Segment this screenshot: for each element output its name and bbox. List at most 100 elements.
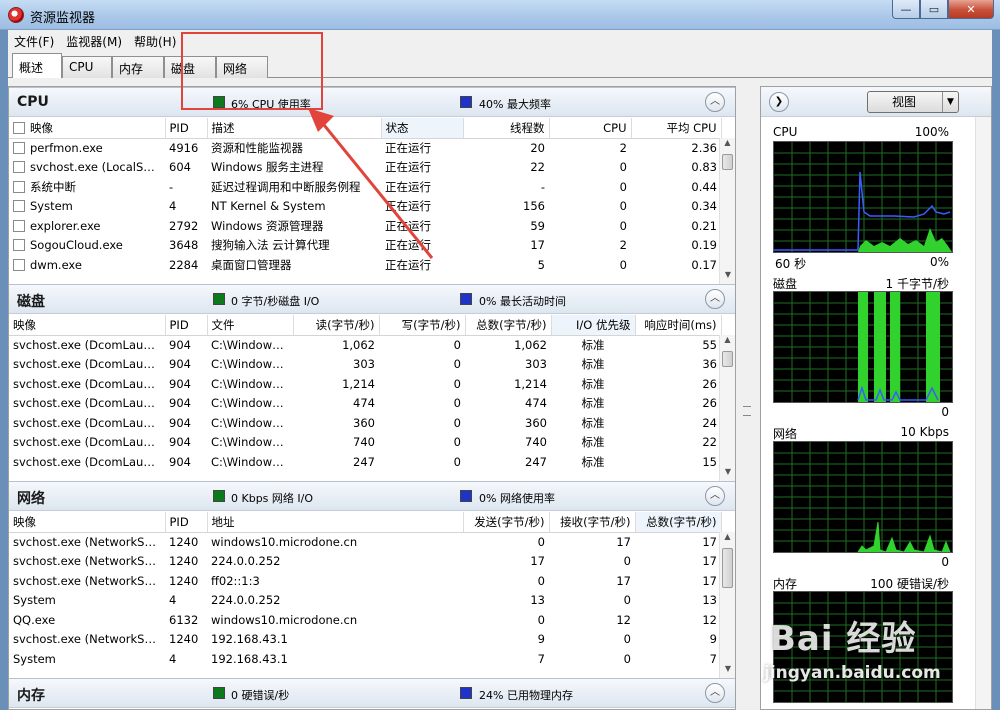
view-dropdown[interactable]: 视图 ▼	[867, 91, 959, 113]
menu-monitor[interactable]: 监视器(M)	[60, 33, 128, 50]
splitter-grip-icon[interactable]	[743, 406, 751, 416]
disk-col-response[interactable]: 响应时间(ms)	[635, 315, 722, 336]
table-row[interactable]: dwm.exe 2284 桌面窗口管理器 正在运行 5 0 0.17	[9, 255, 721, 275]
table-row[interactable]: SogouCloud.exe 3648 搜狗输入法 云计算代理 正在运行 17 2 0.19	[9, 236, 721, 256]
row-checkbox[interactable]	[13, 239, 25, 252]
scroll-thumb[interactable]	[722, 154, 733, 170]
cpu-col-cpu[interactable]: CPU	[549, 118, 632, 139]
table-row[interactable]: svchost.exe (DcomLaunch) 904 C:\Windows\..…	[9, 433, 721, 453]
table-row[interactable]: perfmon.exe 4916 资源和性能监视器 正在运行 20 2 2.36	[9, 138, 721, 158]
minimize-button[interactable]: —	[892, 0, 920, 19]
cpu-col-status[interactable]: 状态	[381, 118, 464, 139]
scroll-down-icon[interactable]: ▼	[720, 467, 735, 481]
scroll-down-icon[interactable]: ▼	[720, 270, 735, 284]
scroll-thumb[interactable]	[722, 351, 733, 367]
disk-col-total[interactable]: 总数(字节/秒)	[465, 315, 552, 336]
network-col-receive[interactable]: 接收(字节/秒)	[549, 512, 636, 533]
memory-section-header[interactable]: 内存 0 硬错误/秒 24% 已用物理内存 ︿	[9, 678, 735, 708]
scroll-up-icon[interactable]: ▲	[720, 335, 735, 349]
tab-overview[interactable]: 概述	[12, 53, 62, 79]
disk-col-read[interactable]: 读(字节/秒)	[293, 315, 380, 336]
cpu-col-threads[interactable]: 线程数	[463, 118, 550, 139]
table-cell: svchost.exe (DcomLaunch)	[13, 376, 165, 391]
table-cell: 搜狗输入法 云计算代理	[211, 238, 330, 253]
network-col-pid[interactable]: PID	[165, 512, 208, 533]
disk-section-title: 磁盘	[17, 294, 45, 310]
row-checkbox[interactable]	[13, 142, 25, 154]
network-col-send[interactable]: 发送(字节/秒)	[463, 512, 550, 533]
disk-table-scrollbar[interactable]: ▲ ▼	[719, 335, 735, 481]
table-cell: 正在运行	[385, 238, 431, 253]
table-cell: 0	[537, 573, 545, 588]
scroll-thumb[interactable]	[722, 548, 733, 588]
table-row[interactable]: svchost.exe (DcomLaunch) 904 C:\Windows\..…	[9, 335, 721, 355]
annotation-highlight-box	[181, 32, 323, 110]
network-col-total[interactable]: 总数(字节/秒)	[635, 512, 722, 533]
table-cell: windows10.microdone.cn	[211, 612, 358, 627]
table-cell: svchost.exe (DcomLaunch)	[13, 338, 165, 352]
table-row[interactable]: 系统中断 - 延迟过程调用和中断服务例程 正在运行 -0 0.44	[9, 177, 721, 197]
scroll-up-icon[interactable]: ▲	[720, 138, 735, 152]
select-all-checkbox[interactable]	[13, 121, 25, 134]
table-cell: 17	[702, 573, 717, 588]
table-row[interactable]: System 4 224.0.0.252 13 0 13	[9, 591, 721, 611]
scroll-up-icon[interactable]: ▲	[720, 532, 735, 546]
menu-file[interactable]: 文件(F)	[8, 33, 60, 50]
network-section-header[interactable]: 网络 0 Kbps 网络 I/O 0% 网络使用率 ︿	[9, 481, 735, 511]
disk-col-image[interactable]: 映像	[9, 315, 166, 336]
scroll-down-icon[interactable]: ▼	[720, 664, 735, 678]
tab-memory[interactable]: 内存	[112, 56, 164, 78]
table-row[interactable]: svchost.exe (LocalSyst... 604 Windows 服务主进…	[9, 158, 721, 178]
table-row[interactable]: svchost.exe (DcomLaunch) 904 C:\Windows\..…	[9, 374, 721, 394]
pane-splitter[interactable]	[741, 86, 753, 710]
table-row[interactable]: svchost.exe (NetworkServ... 1240 ff02::1:3…	[9, 571, 721, 591]
table-row[interactable]: svchost.exe (NetworkServ... 1240 192.168.4…	[9, 630, 721, 650]
cpu-col-image[interactable]: 映像	[9, 118, 166, 139]
menu-help[interactable]: 帮助(H)	[128, 33, 182, 50]
expand-right-icon[interactable]: ❯	[769, 92, 789, 112]
table-row[interactable]: svchost.exe (DcomLaunch) 904 C:\Windows\..…	[9, 394, 721, 414]
table-cell: Windows 服务主进程	[211, 160, 324, 175]
table-row[interactable]: QQ.exe 6132 windows10.microdone.cn 0 12 12	[9, 610, 721, 630]
disk-col-file[interactable]: 文件	[207, 315, 294, 336]
window-title: 资源监视器	[30, 11, 96, 26]
close-button[interactable]: ✕	[948, 0, 994, 19]
network-col-address[interactable]: 地址	[207, 512, 464, 533]
disk-col-io-priority[interactable]: I/O 优先级	[551, 315, 636, 336]
cpu-section-header[interactable]: CPU 6% CPU 使用率 40% 最大频率 ︿	[9, 87, 735, 117]
row-checkbox[interactable]	[13, 180, 25, 193]
table-row[interactable]: svchost.exe (NetworkServ... 1240 windows10…	[9, 532, 721, 552]
row-checkbox[interactable]	[13, 161, 25, 174]
disk-col-write[interactable]: 写(字节/秒)	[379, 315, 466, 336]
cpu-collapse-icon[interactable]: ︿	[705, 92, 725, 112]
disk-collapse-icon[interactable]: ︿	[705, 289, 725, 309]
chevron-down-icon[interactable]: ▼	[942, 92, 958, 112]
cpu-col-pid[interactable]: PID	[165, 118, 208, 139]
table-row[interactable]: svchost.exe (NetworkServ... 1240 224.0.0.2…	[9, 552, 721, 572]
disk-col-pid[interactable]: PID	[165, 315, 208, 336]
network-table-scrollbar[interactable]: ▲ ▼	[719, 532, 735, 678]
maximize-button[interactable]: ▭	[920, 0, 948, 19]
table-row[interactable]: System 4 192.168.43.1 7 0 7	[9, 649, 721, 669]
tab-cpu[interactable]: CPU	[62, 56, 112, 78]
table-row[interactable]: svchost.exe (DcomLaunch) 904 C:\Windows\..…	[9, 452, 721, 472]
table-row[interactable]: svchost.exe (DcomLaunch) 904 C:\Windows\..…	[9, 413, 721, 433]
disk-graph-plot	[774, 292, 952, 402]
table-cell: 474	[353, 396, 375, 411]
table-row[interactable]: svchost.exe (DcomLaunch) 904 C:\Windows\..…	[9, 355, 721, 375]
memory-collapse-icon[interactable]: ︿	[705, 683, 725, 703]
table-cell: Windows 资源管理器	[211, 218, 324, 233]
row-checkbox[interactable]	[13, 219, 25, 232]
network-collapse-icon[interactable]: ︿	[705, 486, 725, 506]
network-col-image[interactable]: 映像	[9, 512, 166, 533]
cpu-col-avg-cpu[interactable]: 平均 CPU	[631, 118, 722, 139]
cpu-col-description[interactable]: 描述	[207, 118, 382, 139]
table-cell: 正在运行	[385, 199, 431, 214]
table-row[interactable]: explorer.exe 2792 Windows 资源管理器 正在运行 59 0 0.21	[9, 216, 721, 236]
disk-section-header[interactable]: 磁盘 0 字节/秒磁盘 I/O 0% 最长活动时间 ︿	[9, 284, 735, 314]
table-cell: 17	[616, 535, 631, 549]
row-checkbox[interactable]	[13, 200, 25, 213]
table-row[interactable]: System 4 NT Kernel & System 正在运行 156 0 0.34	[9, 197, 721, 217]
cpu-table-scrollbar[interactable]: ▲ ▼	[719, 138, 735, 284]
row-checkbox[interactable]	[13, 258, 25, 271]
